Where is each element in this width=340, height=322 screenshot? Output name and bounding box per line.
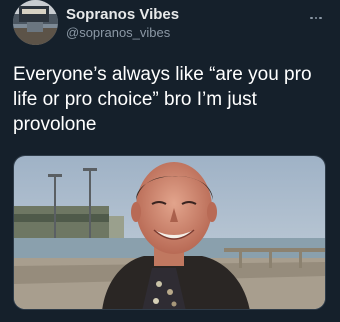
tweet-photo[interactable]	[13, 155, 326, 310]
tweet-card[interactable]: Sopranos Vibes @sopranos_vibes Everyone’…	[0, 0, 340, 322]
avatar[interactable]	[13, 0, 58, 45]
tweet-text: Everyone’s always like “are you pro life…	[13, 64, 312, 135]
photo-image	[14, 156, 325, 309]
ellipsis-icon[interactable]	[310, 6, 326, 19]
avatar-image	[13, 0, 58, 45]
author-handle[interactable]: @sopranos_vibes	[66, 25, 170, 40]
author-display-name[interactable]: Sopranos Vibes	[66, 6, 179, 23]
